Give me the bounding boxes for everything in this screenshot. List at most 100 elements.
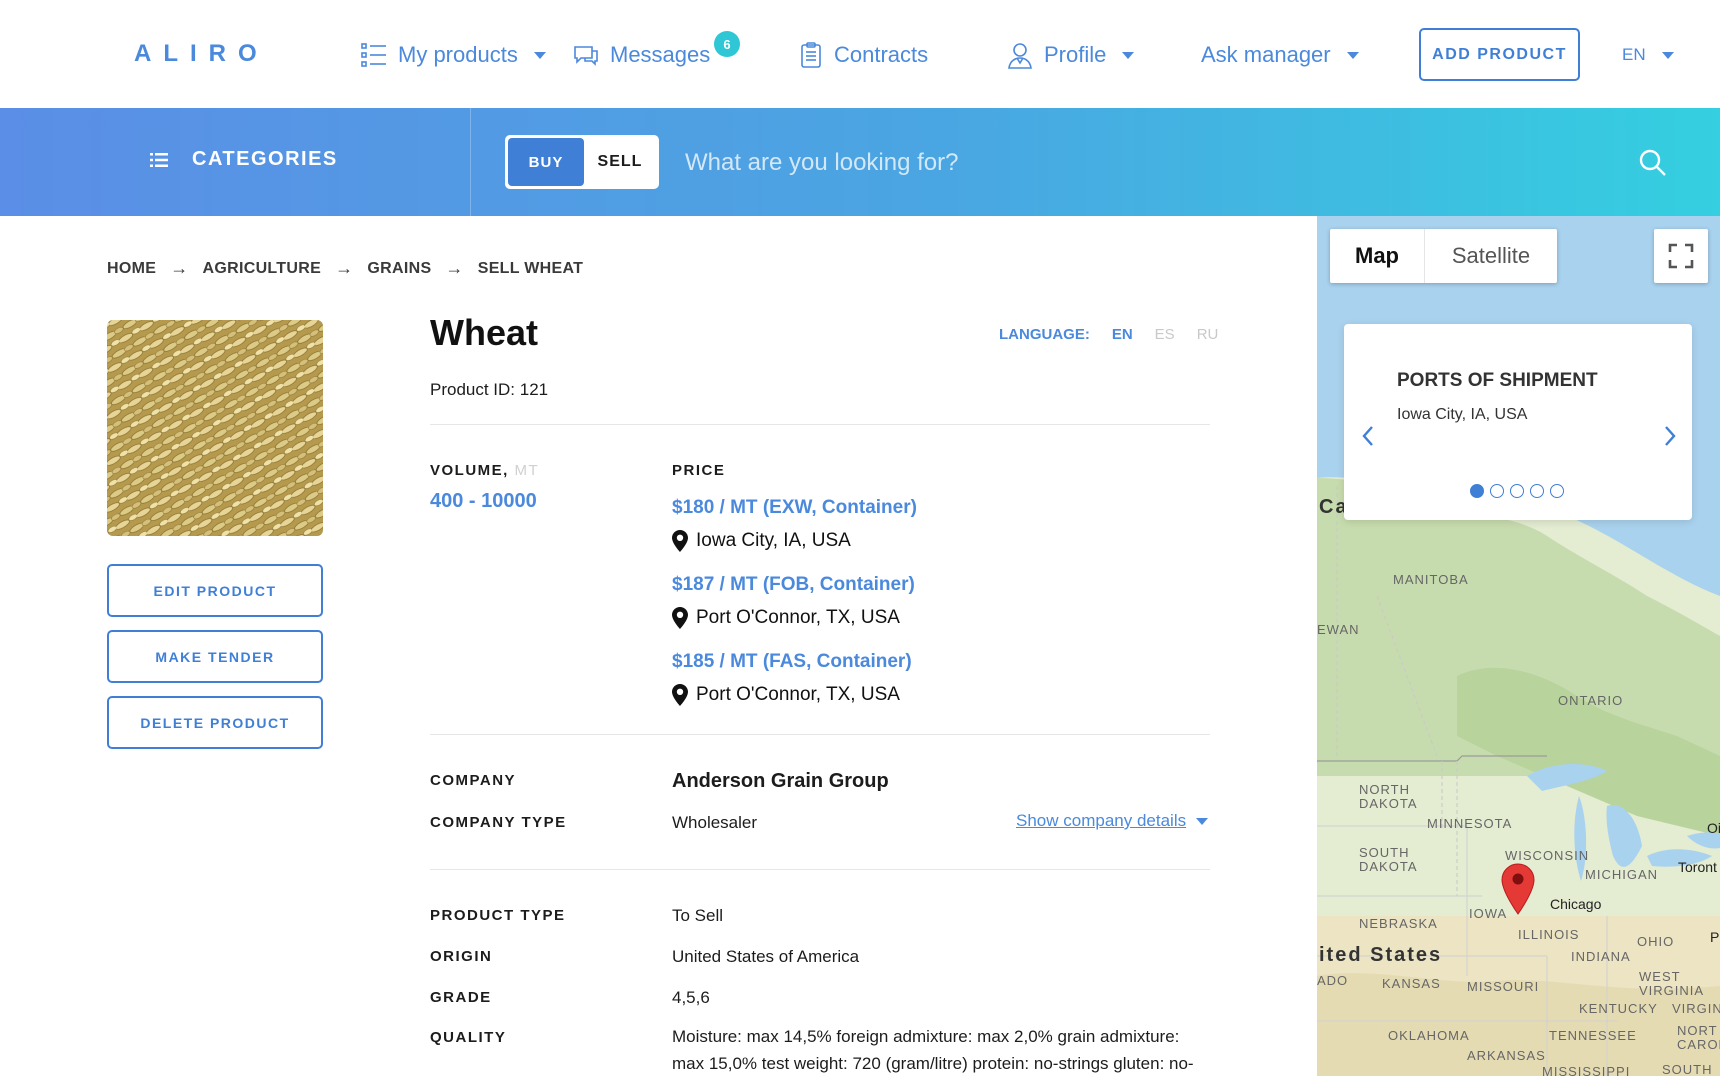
- band-divider: [470, 108, 471, 216]
- map-label-north-carol: NORT CAROL: [1677, 1023, 1720, 1052]
- ports-title: PORTS OF SHIPMENT: [1397, 370, 1598, 391]
- fullscreen-button[interactable]: [1654, 229, 1708, 283]
- product-type-value: To Sell: [672, 906, 724, 925]
- search-icon[interactable]: [1638, 148, 1668, 178]
- search-input[interactable]: [685, 138, 1585, 188]
- add-product-button[interactable]: ADD PRODUCT: [1419, 28, 1580, 81]
- price-location-1-text: Iowa City, IA, USA: [696, 530, 851, 551]
- map-label-kentucky: KENTUCKY: [1579, 1001, 1658, 1016]
- origin-value: United States of America: [672, 947, 860, 966]
- map-label-missouri: MISSOURI: [1467, 979, 1540, 994]
- top-navbar: ALIRO My products Messages 6 Contracts P…: [0, 0, 1720, 108]
- map-label-oklahoma: OKLAHOMA: [1388, 1028, 1470, 1043]
- language-ru[interactable]: RU: [1197, 326, 1219, 343]
- carousel-dot-2[interactable]: [1490, 484, 1504, 498]
- breadcrumb: HOME → AGRICULTURE → GRAINS → SELL WHEAT: [107, 258, 583, 279]
- carousel-dots: [1470, 484, 1564, 498]
- chevron-down-icon: [1196, 817, 1209, 825]
- price-offer-3[interactable]: $185 / MT (FAS, Container): [672, 651, 912, 673]
- map-label-kansas: KANSAS: [1382, 976, 1441, 991]
- map-label-virgin: VIRGIN: [1672, 1001, 1720, 1016]
- price-offer-2[interactable]: $187 / MT (FOB, Container): [672, 574, 915, 596]
- buy-toggle-button[interactable]: BUY: [508, 138, 584, 186]
- map-label-manitoba: MANITOBA: [1393, 572, 1469, 587]
- ports-city: Iowa City, IA, USA: [1397, 406, 1528, 423]
- sell-toggle-button[interactable]: SELL: [584, 138, 656, 186]
- breadcrumb-home[interactable]: HOME: [107, 260, 156, 278]
- arrow-right-icon: →: [445, 258, 464, 278]
- price-label: PRICE: [672, 462, 726, 479]
- messages-count-badge: 6: [714, 31, 740, 57]
- divider: [430, 869, 1210, 870]
- show-company-details-link[interactable]: Show company details: [1016, 811, 1209, 831]
- product-id: Product ID: 121: [430, 380, 549, 399]
- chevron-down-icon: [1122, 51, 1135, 59]
- breadcrumb-grains[interactable]: GRAINS: [367, 260, 431, 278]
- price-location-3: Port O'Connor, TX, USA: [672, 684, 900, 706]
- nav-my-products[interactable]: My products: [360, 40, 546, 70]
- divider: [430, 424, 1210, 425]
- make-tender-button[interactable]: MAKE TENDER: [107, 630, 323, 683]
- chevron-left-icon[interactable]: [1360, 424, 1376, 455]
- map-label-minnesota: MINNESOTA: [1427, 816, 1513, 831]
- chevron-right-icon[interactable]: [1662, 424, 1678, 455]
- company-type-value: Wholesaler: [672, 813, 758, 832]
- map-panel[interactable]: Canada MANITOBA EWAN ONTARIO NORTH DAKOT…: [1317, 216, 1720, 1076]
- buy-sell-toggle: BUY SELL: [505, 135, 659, 189]
- company-type-label: COMPANY TYPE: [430, 814, 567, 831]
- nav-ask-manager-label: Ask manager: [1201, 42, 1331, 67]
- arrow-right-icon: →: [170, 258, 189, 278]
- map-label-toronto: Toront: [1678, 859, 1717, 875]
- delete-product-button[interactable]: DELETE PRODUCT: [107, 696, 323, 749]
- map-label-south: SOUTH: [1662, 1062, 1713, 1076]
- language-es[interactable]: ES: [1155, 326, 1175, 343]
- carousel-dot-3[interactable]: [1510, 484, 1524, 498]
- nav-contracts[interactable]: Contracts: [798, 40, 928, 70]
- map-label-north-dakota: NORTH DAKOTA: [1359, 782, 1418, 811]
- arrow-right-icon: →: [335, 258, 354, 278]
- nav-ask-manager[interactable]: Ask manager: [1201, 40, 1359, 70]
- volume-unit: MT: [514, 462, 540, 479]
- map-label-chicago: Chicago: [1550, 896, 1602, 912]
- carousel-dot-5[interactable]: [1550, 484, 1564, 498]
- product-image: [107, 320, 323, 536]
- edit-product-button[interactable]: EDIT PRODUCT: [107, 564, 323, 617]
- categories-button[interactable]: CATEGORIES: [150, 148, 338, 171]
- map-label-indiana: INDIANA: [1571, 949, 1631, 964]
- breadcrumb-current: SELL WHEAT: [477, 259, 584, 277]
- volume-label: VOLUME, MT: [430, 462, 539, 479]
- price-location-2-text: Port O'Connor, TX, USA: [696, 607, 900, 628]
- map-label-mississippi: MISSISSIPPI: [1542, 1064, 1631, 1076]
- breadcrumb-agriculture[interactable]: AGRICULTURE: [203, 260, 322, 278]
- map-label-ado: ADO: [1317, 973, 1349, 988]
- map-label-ewan: EWAN: [1317, 622, 1360, 637]
- chevron-down-icon: [533, 51, 546, 59]
- nav-my-products-label: My products: [398, 42, 518, 67]
- logo[interactable]: ALIRO: [134, 40, 269, 68]
- carousel-dot-1[interactable]: [1470, 484, 1484, 498]
- chevron-down-icon: [1346, 51, 1359, 59]
- language-en[interactable]: EN: [1112, 326, 1133, 343]
- chevron-down-icon: [1661, 51, 1674, 59]
- map-tab-satellite[interactable]: Satellite: [1425, 229, 1557, 283]
- language-selector[interactable]: EN: [1622, 40, 1674, 70]
- origin-label: ORIGIN: [430, 948, 493, 965]
- nav-messages[interactable]: Messages: [572, 40, 710, 70]
- nav-profile-label: Profile: [1044, 42, 1107, 67]
- categories-label: CATEGORIES: [192, 148, 338, 170]
- volume-label-text: VOLUME,: [430, 462, 509, 479]
- map-pin-icon: [672, 684, 688, 706]
- carousel-dot-4[interactable]: [1530, 484, 1544, 498]
- page-title: Wheat: [430, 312, 538, 353]
- price-offer-1[interactable]: $180 / MT (EXW, Container): [672, 497, 917, 519]
- nav-contracts-label: Contracts: [834, 42, 929, 67]
- map-label-arkansas: ARKANSAS: [1467, 1048, 1546, 1063]
- nav-messages-label: Messages: [610, 42, 711, 67]
- map-label-nebraska: NEBRASKA: [1359, 916, 1438, 931]
- user-icon: [1008, 43, 1032, 69]
- quality-value: Moisture: max 14,5% foreign admixture: m…: [672, 1027, 1194, 1073]
- ports-of-shipment-card: PORTS OF SHIPMENT Iowa City, IA, USA: [1344, 324, 1692, 520]
- location-pin-icon[interactable]: [1501, 863, 1535, 915]
- map-tab-map[interactable]: Map: [1330, 229, 1425, 283]
- nav-profile[interactable]: Profile: [1006, 40, 1135, 70]
